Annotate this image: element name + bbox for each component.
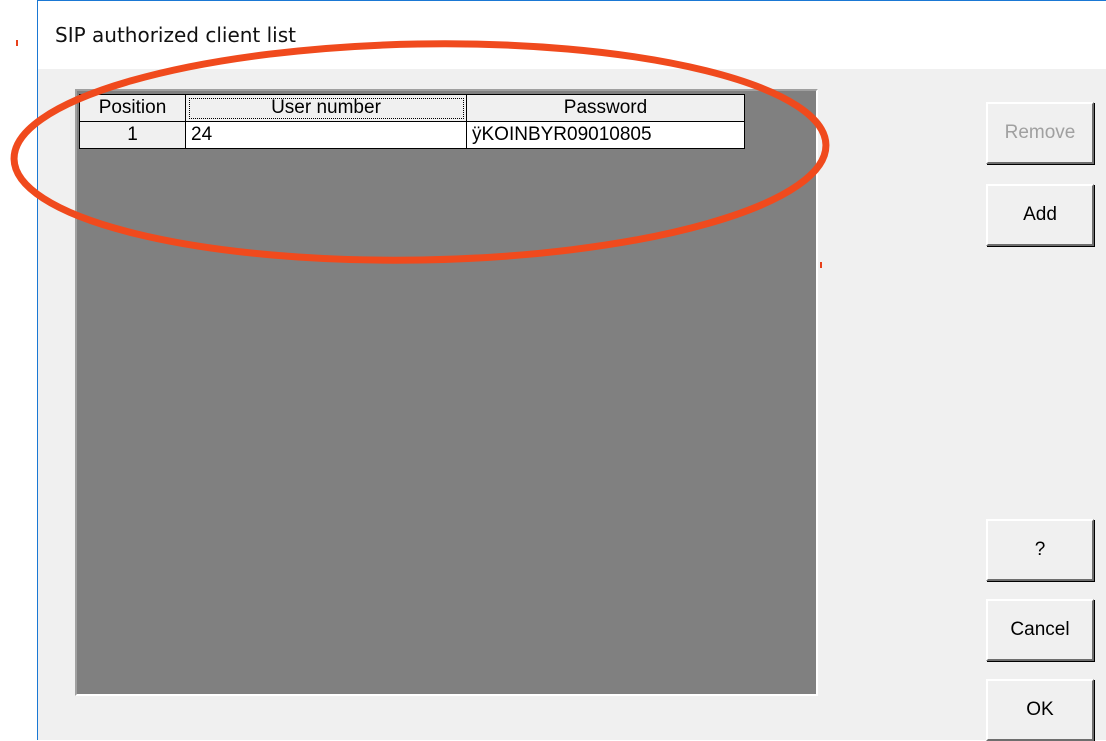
cancel-button[interactable]: Cancel bbox=[986, 599, 1094, 661]
annotation-speck bbox=[16, 40, 18, 46]
cell-position[interactable]: 1 bbox=[79, 121, 186, 149]
column-header-position[interactable]: Position bbox=[79, 94, 186, 122]
column-header-user-number[interactable]: User number bbox=[185, 94, 467, 122]
dialog-window: SIP authorized client list Position User… bbox=[37, 0, 1106, 741]
annotation-speck bbox=[820, 262, 822, 268]
cell-password[interactable]: ÿKOINBYR09010805 bbox=[466, 121, 745, 149]
ok-button[interactable]: OK bbox=[986, 679, 1094, 741]
add-button[interactable]: Add bbox=[986, 184, 1094, 246]
table-header-row: Position User number Password bbox=[79, 94, 745, 122]
help-button[interactable]: ? bbox=[986, 519, 1094, 581]
dialog-title: SIP authorized client list bbox=[55, 23, 296, 47]
table-row[interactable]: 1 24 ÿKOINBYR09010805 bbox=[79, 121, 745, 149]
client-list-grid[interactable]: Position User number Password 1 24 ÿKOIN… bbox=[75, 89, 818, 696]
client-table: Position User number Password 1 24 ÿKOIN… bbox=[79, 94, 745, 149]
cell-user-number[interactable]: 24 bbox=[185, 121, 467, 149]
title-bar: SIP authorized client list bbox=[38, 1, 1106, 69]
remove-button[interactable]: Remove bbox=[986, 102, 1094, 164]
column-header-password[interactable]: Password bbox=[466, 94, 745, 122]
